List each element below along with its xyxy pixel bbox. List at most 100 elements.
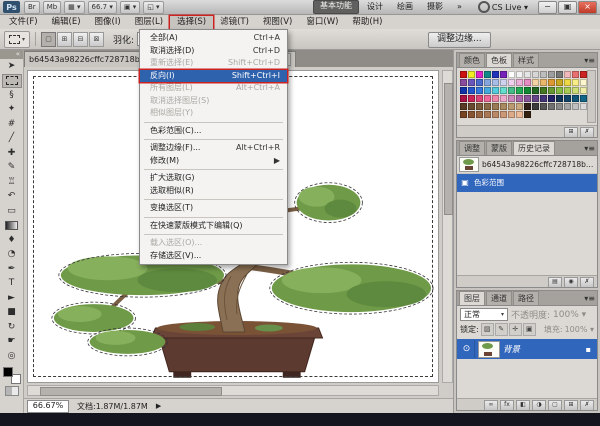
- select-menu-item-0[interactable]: 全部(A)Ctrl+A: [140, 32, 287, 45]
- new-selection-button[interactable]: ▢: [41, 32, 56, 47]
- view-extras-icon[interactable]: ▦ ▾: [64, 1, 84, 14]
- healing-brush-tool[interactable]: ✚: [2, 146, 22, 161]
- swatch-66[interactable]: [476, 103, 483, 110]
- swatch-62[interactable]: [572, 95, 579, 102]
- tools-collapse-button[interactable]: «: [0, 50, 23, 59]
- swatch-86[interactable]: [508, 111, 515, 118]
- history-tab-2[interactable]: 历史记录: [513, 141, 555, 155]
- swatches-tab-1[interactable]: 色板: [486, 53, 512, 67]
- swatch-83[interactable]: [484, 111, 491, 118]
- swatch-82[interactable]: [476, 111, 483, 118]
- swatch-54[interactable]: [508, 95, 515, 102]
- swatch-24[interactable]: [524, 79, 531, 86]
- swatch-15[interactable]: [580, 71, 587, 78]
- swatch-9[interactable]: [532, 71, 539, 78]
- swatch-73[interactable]: [532, 103, 539, 110]
- swatch-74[interactable]: [540, 103, 547, 110]
- swatch-78[interactable]: [572, 103, 579, 110]
- swatch-61[interactable]: [564, 95, 571, 102]
- swatch-6[interactable]: [508, 71, 515, 78]
- layer-group-button[interactable]: ▢: [548, 400, 562, 411]
- eyedropper-tool[interactable]: ╱: [2, 132, 22, 147]
- swatch-2[interactable]: [476, 71, 483, 78]
- swatch-7[interactable]: [516, 71, 523, 78]
- quick-selection-tool[interactable]: ✦: [2, 103, 22, 118]
- layer-style-button[interactable]: fx: [500, 400, 514, 411]
- swatch-46[interactable]: [572, 87, 579, 94]
- swatch-53[interactable]: [500, 95, 507, 102]
- select-menu-item-5[interactable]: 取消选择图层(S): [140, 95, 287, 108]
- layers-tab-0[interactable]: 图层: [459, 291, 485, 305]
- swatch-20[interactable]: [492, 79, 499, 86]
- quick-mask-button[interactable]: [5, 386, 19, 396]
- refine-edge-button[interactable]: 调整边缘...: [428, 32, 491, 48]
- workspace-button-1[interactable]: 设计: [361, 1, 389, 13]
- lasso-tool[interactable]: §: [2, 88, 22, 103]
- swatch-65[interactable]: [468, 103, 475, 110]
- delete-swatch-button[interactable]: ✗: [580, 127, 594, 138]
- select-menu-item-11[interactable]: 选取相似(R): [140, 185, 287, 198]
- swatch-11[interactable]: [548, 71, 555, 78]
- minimize-button[interactable]: −: [538, 1, 557, 14]
- swatch-43[interactable]: [548, 87, 555, 94]
- history-state-row[interactable]: ▣ 色彩范围: [457, 174, 597, 192]
- swatch-51[interactable]: [484, 95, 491, 102]
- history-snapshot-row[interactable]: b64543a98226cffc728718bbbb...: [457, 156, 597, 174]
- select-menu-item-1[interactable]: 取消选择(D)Ctrl+D: [140, 45, 287, 58]
- horizontal-scroll-thumb[interactable]: [40, 387, 222, 396]
- launch-mini-bridge-icon[interactable]: Mb: [43, 1, 61, 14]
- select-menu-item-3[interactable]: 反向(I)Shift+Ctrl+I: [140, 70, 287, 83]
- swatch-36[interactable]: [492, 87, 499, 94]
- swatch-45[interactable]: [564, 87, 571, 94]
- swatch-75[interactable]: [548, 103, 555, 110]
- layer-visibility-toggle[interactable]: ⊙: [459, 340, 475, 358]
- crop-tool[interactable]: #: [2, 117, 22, 132]
- select-menu-item-14[interactable]: 载入选区(O)...: [140, 237, 287, 250]
- menubar-item-4[interactable]: 选择(S): [170, 16, 213, 29]
- new-layer-button[interactable]: ⊞: [564, 400, 578, 411]
- select-menu-item-2[interactable]: 重新选择(E)Shift+Ctrl+D: [140, 57, 287, 70]
- swatch-72[interactable]: [524, 103, 531, 110]
- swatch-4[interactable]: [492, 71, 499, 78]
- swatch-19[interactable]: [484, 79, 491, 86]
- cs-live-button[interactable]: CS Live ▾: [478, 1, 528, 13]
- menubar-item-8[interactable]: 帮助(H): [345, 16, 389, 29]
- zoom-level-select[interactable]: 66.7 ▾: [88, 1, 117, 14]
- swatch-17[interactable]: [468, 79, 475, 86]
- swatch-79[interactable]: [580, 103, 587, 110]
- swatch-28[interactable]: [556, 79, 563, 86]
- swatch-10[interactable]: [540, 71, 547, 78]
- select-menu-item-9[interactable]: 修改(M)▶: [140, 155, 287, 168]
- swatch-57[interactable]: [532, 95, 539, 102]
- swatch-63[interactable]: [580, 95, 587, 102]
- lock-all-icon[interactable]: ▣: [523, 323, 536, 336]
- new-swatch-button[interactable]: ⊞: [564, 127, 578, 138]
- swatch-1[interactable]: [468, 71, 475, 78]
- swatch-64[interactable]: [460, 103, 467, 110]
- opacity-value[interactable]: 100% ▾: [553, 310, 586, 320]
- swatch-81[interactable]: [468, 111, 475, 118]
- swatch-88[interactable]: [524, 111, 531, 118]
- zoom-percent-field[interactable]: 66.67%: [27, 400, 69, 413]
- select-menu-item-8[interactable]: 调整边缘(F)...Alt+Ctrl+R: [140, 142, 287, 155]
- background-layer-row[interactable]: ⊙ 背景 ▪: [457, 339, 597, 359]
- swatch-87[interactable]: [516, 111, 523, 118]
- status-menu-arrow-icon[interactable]: ▶: [156, 402, 161, 410]
- swatch-41[interactable]: [532, 87, 539, 94]
- dodge-tool[interactable]: ◔: [2, 248, 22, 263]
- select-menu-item-6[interactable]: 相似图层(Y): [140, 107, 287, 120]
- swatch-58[interactable]: [540, 95, 547, 102]
- swatch-32[interactable]: [460, 87, 467, 94]
- add-selection-button[interactable]: ⊞: [57, 32, 72, 47]
- swatch-60[interactable]: [556, 95, 563, 102]
- swatch-5[interactable]: [500, 71, 507, 78]
- swatch-55[interactable]: [516, 95, 523, 102]
- swatch-69[interactable]: [500, 103, 507, 110]
- swatch-21[interactable]: [500, 79, 507, 86]
- delete-layer-button[interactable]: ✗: [580, 400, 594, 411]
- swatches-scrollbar[interactable]: [587, 70, 596, 123]
- clone-stamp-tool[interactable]: ♖: [2, 175, 22, 190]
- swatch-22[interactable]: [508, 79, 515, 86]
- rectangle-tool[interactable]: ■: [2, 306, 22, 321]
- swatch-47[interactable]: [580, 87, 587, 94]
